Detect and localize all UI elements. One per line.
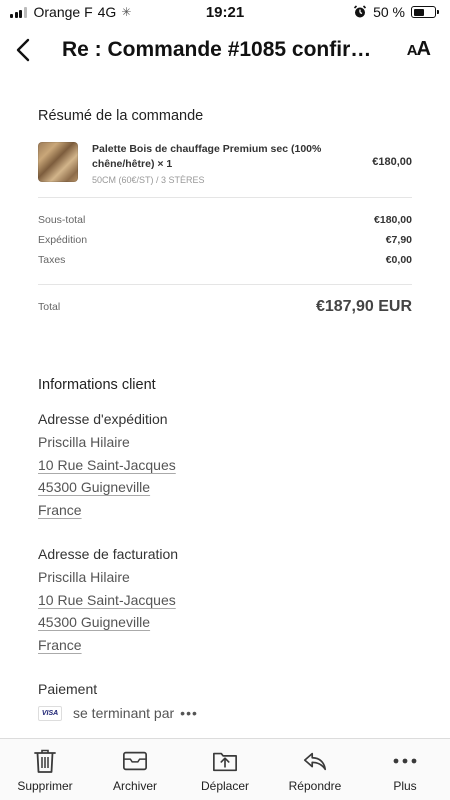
- email-header: Re : Commande #1085 confirmée AA: [0, 28, 450, 74]
- more-icon: [393, 758, 417, 764]
- payment-card-digits: •••: [180, 705, 198, 721]
- archive-button[interactable]: Archiver: [90, 739, 180, 800]
- billing-address-country-link[interactable]: France: [38, 634, 412, 657]
- mail-toolbar: Supprimer Archiver Déplacer Répondre Plu…: [0, 738, 450, 800]
- move-label: Déplacer: [200, 779, 250, 793]
- shipping-address-name: Priscilla Hilaire: [38, 434, 130, 450]
- archive-label: Archiver: [112, 779, 157, 793]
- order-summary: Résumé de la commande Palette Bois de ch…: [38, 108, 412, 321]
- payment-title: Paiement: [38, 681, 98, 697]
- move-button[interactable]: Déplacer: [180, 739, 270, 800]
- customer-info-title: Informations client: [38, 377, 156, 393]
- subtotal-row: Sous-total €180,00: [38, 210, 412, 230]
- shipping-address-city-link[interactable]: 45300 Guigneville: [38, 476, 412, 499]
- more-button[interactable]: Plus: [360, 739, 450, 800]
- more-label: Plus: [393, 779, 417, 793]
- customer-info: Informations client Adresse d'expédition…: [38, 377, 412, 721]
- product-variant: 50CM (60€/ST) / 3 STÈRES: [92, 175, 205, 185]
- alarm-icon: [354, 5, 367, 18]
- archive-icon: [123, 751, 147, 771]
- order-summary-title: Résumé de la commande: [38, 108, 204, 124]
- move-folder-icon: [213, 752, 237, 772]
- shipping-address-street-link[interactable]: 10 Rue Saint-Jacques: [38, 454, 412, 477]
- billing-address-city-link[interactable]: 45300 Guigneville: [38, 611, 412, 634]
- product-thumbnail: [38, 142, 78, 182]
- payment-card-text: se terminant par: [73, 705, 175, 721]
- divider: [38, 284, 412, 285]
- email-subject: Re : Commande #1085 confirmée: [62, 38, 382, 61]
- billing-address-title: Adresse de facturation: [38, 546, 179, 562]
- reply-icon: [303, 752, 327, 771]
- visa-card-icon: VISA: [38, 705, 62, 721]
- battery-icon: [411, 6, 439, 18]
- billing-address: Adresse de facturation Priscilla Hilaire…: [38, 546, 412, 656]
- subtotal-value: €180,00: [374, 214, 412, 226]
- total-label: Total: [38, 301, 61, 313]
- chevron-left-icon: [16, 38, 30, 62]
- email-body[interactable]: Résumé de la commande Palette Bois de ch…: [0, 80, 450, 738]
- text-size-large-glyph: A: [416, 38, 431, 60]
- total-value: €187,90 EUR: [315, 298, 412, 315]
- taxes-row: Taxes €0,00: [38, 250, 412, 270]
- battery-percent: 50 %: [373, 4, 405, 20]
- shipping-address: Adresse d'expédition Priscilla Hilaire 1…: [38, 411, 412, 521]
- shipping-value: €7,90: [385, 234, 412, 246]
- delete-button[interactable]: Supprimer: [0, 739, 90, 800]
- shipping-address-title: Adresse d'expédition: [38, 411, 168, 427]
- reply-button[interactable]: Répondre: [270, 739, 360, 800]
- delete-label: Supprimer: [17, 779, 73, 793]
- status-bar: Orange F 4G ✳ 19:21 50 %: [0, 0, 450, 24]
- subtotal-label: Sous-total: [38, 214, 86, 226]
- product-name: Palette Bois de chauffage Premium sec (1…: [92, 143, 322, 170]
- reply-label: Répondre: [288, 779, 342, 793]
- text-size-button[interactable]: AA: [406, 38, 431, 61]
- total-row: Total €187,90 EUR: [38, 293, 412, 321]
- shipping-row: Expédition €7,90: [38, 230, 412, 250]
- taxes-label: Taxes: [38, 254, 66, 266]
- shipping-label: Expédition: [38, 234, 88, 246]
- billing-address-name: Priscilla Hilaire: [38, 569, 130, 585]
- product-price: €180,00: [372, 156, 412, 168]
- shipping-address-country-link[interactable]: France: [38, 499, 412, 522]
- payment-section: Paiement VISA se terminant par •••: [38, 681, 412, 721]
- back-button[interactable]: [10, 32, 38, 68]
- text-size-small-glyph: A: [406, 42, 418, 59]
- trash-icon: [34, 749, 56, 773]
- billing-address-street-link[interactable]: 10 Rue Saint-Jacques: [38, 589, 412, 612]
- taxes-value: €0,00: [385, 254, 412, 266]
- divider: [38, 197, 412, 198]
- order-item: Palette Bois de chauffage Premium sec (1…: [38, 142, 412, 185]
